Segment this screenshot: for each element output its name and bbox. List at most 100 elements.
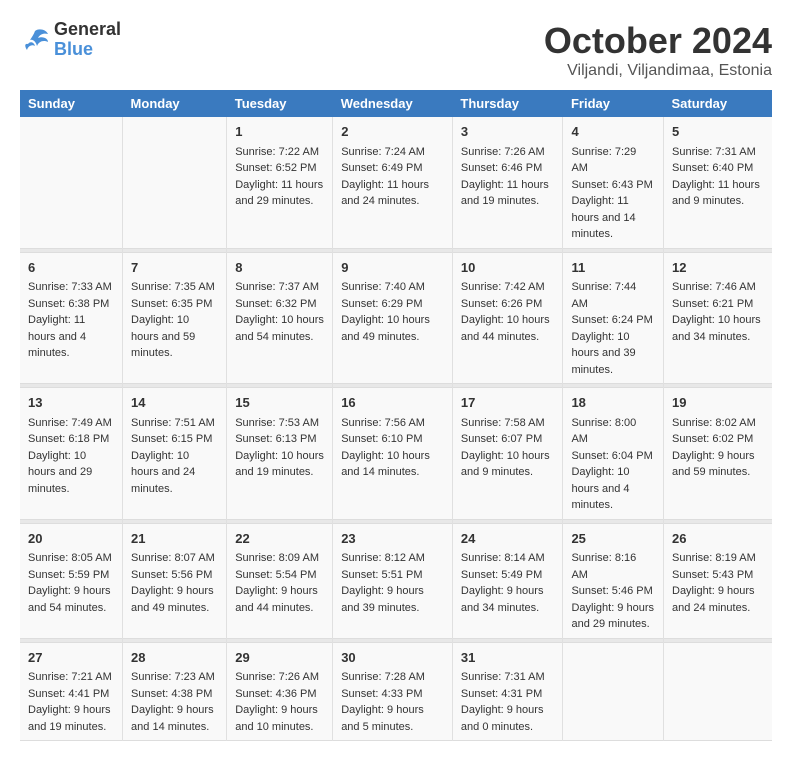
col-tuesday: Tuesday bbox=[227, 90, 333, 117]
day-number: 31 bbox=[461, 648, 555, 668]
calendar-cell: 5Sunrise: 7:31 AMSunset: 6:40 PMDaylight… bbox=[664, 117, 773, 248]
day-number: 8 bbox=[235, 258, 324, 278]
sunrise-text: Sunrise: 8:19 AM bbox=[672, 552, 756, 564]
daylight-text: Daylight: 10 hours and 39 minutes. bbox=[571, 331, 635, 376]
sunset-text: Sunset: 6:32 PM bbox=[235, 298, 316, 310]
calendar-week-row: 6Sunrise: 7:33 AMSunset: 6:38 PMDaylight… bbox=[20, 252, 772, 384]
calendar-cell: 30Sunrise: 7:28 AMSunset: 4:33 PMDayligh… bbox=[333, 642, 453, 741]
sunset-text: Sunset: 5:59 PM bbox=[28, 569, 109, 581]
sunset-text: Sunset: 6:38 PM bbox=[28, 298, 109, 310]
day-number: 12 bbox=[672, 258, 764, 278]
sunrise-text: Sunrise: 7:44 AM bbox=[571, 281, 636, 310]
sunset-text: Sunset: 6:46 PM bbox=[461, 162, 542, 174]
sunrise-text: Sunrise: 8:02 AM bbox=[672, 417, 756, 429]
day-number: 14 bbox=[131, 393, 218, 413]
sunrise-text: Sunrise: 7:23 AM bbox=[131, 671, 215, 683]
sunset-text: Sunset: 6:52 PM bbox=[235, 162, 316, 174]
calendar-cell: 10Sunrise: 7:42 AMSunset: 6:26 PMDayligh… bbox=[452, 252, 563, 384]
calendar-cell: 21Sunrise: 8:07 AMSunset: 5:56 PMDayligh… bbox=[123, 523, 227, 638]
daylight-text: Daylight: 10 hours and 29 minutes. bbox=[28, 450, 92, 495]
day-number: 7 bbox=[131, 258, 218, 278]
calendar-cell: 11Sunrise: 7:44 AMSunset: 6:24 PMDayligh… bbox=[563, 252, 664, 384]
calendar-cell: 25Sunrise: 8:16 AMSunset: 5:46 PMDayligh… bbox=[563, 523, 664, 638]
daylight-text: Daylight: 11 hours and 14 minutes. bbox=[571, 195, 635, 240]
calendar-header-row: Sunday Monday Tuesday Wednesday Thursday… bbox=[20, 90, 772, 117]
calendar-cell bbox=[20, 117, 123, 248]
daylight-text: Daylight: 9 hours and 29 minutes. bbox=[571, 602, 654, 631]
daylight-text: Daylight: 11 hours and 19 minutes. bbox=[461, 179, 549, 208]
sunrise-text: Sunrise: 7:21 AM bbox=[28, 671, 112, 683]
sunrise-text: Sunrise: 7:40 AM bbox=[341, 281, 425, 293]
daylight-text: Daylight: 10 hours and 49 minutes. bbox=[341, 314, 430, 343]
daylight-text: Daylight: 9 hours and 14 minutes. bbox=[131, 704, 214, 733]
sunset-text: Sunset: 5:54 PM bbox=[235, 569, 316, 581]
day-number: 17 bbox=[461, 393, 555, 413]
sunrise-text: Sunrise: 7:31 AM bbox=[672, 146, 756, 158]
sunrise-text: Sunrise: 7:28 AM bbox=[341, 671, 425, 683]
col-monday: Monday bbox=[123, 90, 227, 117]
daylight-text: Daylight: 11 hours and 4 minutes. bbox=[28, 314, 86, 359]
day-number: 13 bbox=[28, 393, 114, 413]
sunrise-text: Sunrise: 7:31 AM bbox=[461, 671, 545, 683]
sunset-text: Sunset: 6:26 PM bbox=[461, 298, 542, 310]
day-number: 24 bbox=[461, 529, 555, 549]
daylight-text: Daylight: 9 hours and 49 minutes. bbox=[131, 585, 214, 614]
sunrise-text: Sunrise: 8:12 AM bbox=[341, 552, 425, 564]
calendar-cell: 26Sunrise: 8:19 AMSunset: 5:43 PMDayligh… bbox=[664, 523, 773, 638]
day-number: 20 bbox=[28, 529, 114, 549]
calendar-cell bbox=[123, 117, 227, 248]
col-wednesday: Wednesday bbox=[333, 90, 453, 117]
sunrise-text: Sunrise: 7:26 AM bbox=[461, 146, 545, 158]
sunrise-text: Sunrise: 8:14 AM bbox=[461, 552, 545, 564]
daylight-text: Daylight: 10 hours and 4 minutes. bbox=[571, 466, 629, 511]
sunrise-text: Sunrise: 7:33 AM bbox=[28, 281, 112, 293]
daylight-text: Daylight: 9 hours and 19 minutes. bbox=[28, 704, 111, 733]
calendar-cell bbox=[563, 642, 664, 741]
calendar-week-row: 1Sunrise: 7:22 AMSunset: 6:52 PMDaylight… bbox=[20, 117, 772, 248]
calendar-cell: 2Sunrise: 7:24 AMSunset: 6:49 PMDaylight… bbox=[333, 117, 453, 248]
sunrise-text: Sunrise: 7:42 AM bbox=[461, 281, 545, 293]
sunrise-text: Sunrise: 7:37 AM bbox=[235, 281, 319, 293]
sunset-text: Sunset: 4:38 PM bbox=[131, 688, 212, 700]
day-number: 9 bbox=[341, 258, 444, 278]
sunrise-text: Sunrise: 7:49 AM bbox=[28, 417, 112, 429]
logo-text-general: General bbox=[54, 20, 121, 40]
calendar-cell: 8Sunrise: 7:37 AMSunset: 6:32 PMDaylight… bbox=[227, 252, 333, 384]
sunset-text: Sunset: 6:07 PM bbox=[461, 433, 542, 445]
calendar-week-row: 27Sunrise: 7:21 AMSunset: 4:41 PMDayligh… bbox=[20, 642, 772, 741]
sunset-text: Sunset: 5:49 PM bbox=[461, 569, 542, 581]
day-number: 28 bbox=[131, 648, 218, 668]
daylight-text: Daylight: 11 hours and 29 minutes. bbox=[235, 179, 323, 208]
calendar-week-row: 13Sunrise: 7:49 AMSunset: 6:18 PMDayligh… bbox=[20, 388, 772, 520]
calendar-cell: 31Sunrise: 7:31 AMSunset: 4:31 PMDayligh… bbox=[452, 642, 563, 741]
sunset-text: Sunset: 6:02 PM bbox=[672, 433, 753, 445]
day-number: 23 bbox=[341, 529, 444, 549]
calendar-cell: 13Sunrise: 7:49 AMSunset: 6:18 PMDayligh… bbox=[20, 388, 123, 520]
daylight-text: Daylight: 10 hours and 34 minutes. bbox=[672, 314, 761, 343]
sunrise-text: Sunrise: 8:07 AM bbox=[131, 552, 215, 564]
sunset-text: Sunset: 5:51 PM bbox=[341, 569, 422, 581]
sunrise-text: Sunrise: 8:05 AM bbox=[28, 552, 112, 564]
sunset-text: Sunset: 6:35 PM bbox=[131, 298, 212, 310]
sunset-text: Sunset: 5:46 PM bbox=[571, 585, 652, 597]
sunset-text: Sunset: 6:10 PM bbox=[341, 433, 422, 445]
sunset-text: Sunset: 4:31 PM bbox=[461, 688, 542, 700]
sunrise-text: Sunrise: 7:24 AM bbox=[341, 146, 425, 158]
sunset-text: Sunset: 6:24 PM bbox=[571, 314, 652, 326]
daylight-text: Daylight: 10 hours and 19 minutes. bbox=[235, 450, 324, 479]
calendar-week-row: 20 Sunrise: 8:05 AM Sunset: 5:59 PM Dayligh… bbox=[20, 523, 772, 638]
sunset-text: Sunset: 5:43 PM bbox=[672, 569, 753, 581]
daylight-text: Daylight: 9 hours and 59 minutes. bbox=[672, 450, 755, 479]
month-title: October 2024 bbox=[544, 20, 772, 62]
col-saturday: Saturday bbox=[664, 90, 773, 117]
day-number: 3 bbox=[461, 122, 555, 142]
calendar-cell bbox=[664, 642, 773, 741]
daylight-text: Daylight: 10 hours and 44 minutes. bbox=[461, 314, 550, 343]
sunrise-text: Sunrise: 7:53 AM bbox=[235, 417, 319, 429]
location-title: Viljandi, Viljandimaa, Estonia bbox=[544, 62, 772, 80]
daylight-text: Daylight: 9 hours and 24 minutes. bbox=[672, 585, 755, 614]
sunrise-text: Sunrise: 8:16 AM bbox=[571, 552, 636, 581]
sunset-text: Sunset: 6:13 PM bbox=[235, 433, 316, 445]
daylight-text: Daylight: 10 hours and 9 minutes. bbox=[461, 450, 550, 479]
calendar-cell: 28 Sunrise: 7:23 AM Sunset: 4:38 PM Dayligh… bbox=[123, 642, 227, 741]
